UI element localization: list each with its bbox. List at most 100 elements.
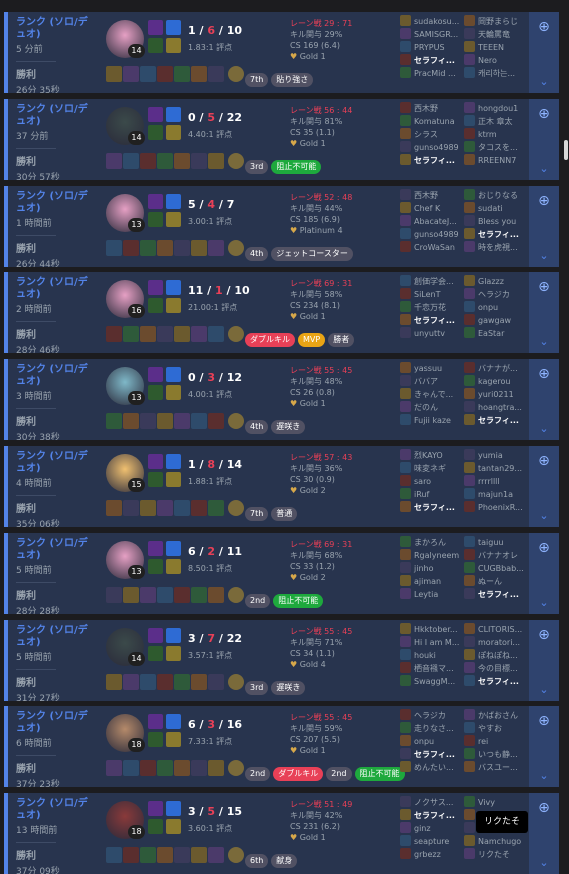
chevron-down-icon[interactable]: ⌄: [535, 769, 553, 783]
item-icon[interactable]: [174, 500, 190, 516]
item-icon[interactable]: [106, 500, 122, 516]
item-icon[interactable]: [157, 66, 173, 82]
item-icon[interactable]: [140, 152, 156, 169]
participant[interactable]: grbezz: [400, 848, 462, 861]
chevron-down-icon[interactable]: ⌄: [535, 75, 553, 89]
scrollbar[interactable]: [564, 140, 568, 160]
participant[interactable]: RREENN7: [464, 153, 526, 167]
item-icon[interactable]: [157, 847, 173, 864]
participant[interactable]: きゃんで...: [400, 388, 462, 401]
search-plus-icon[interactable]: ⊕: [535, 18, 553, 36]
summoner-spell-icon[interactable]: [148, 454, 163, 469]
participant[interactable]: 栖音襁マ...: [400, 661, 462, 675]
participant[interactable]: CLITORIS...: [464, 622, 526, 636]
item-icon[interactable]: [191, 413, 207, 430]
participant[interactable]: unyuttv: [400, 327, 462, 340]
item-icon[interactable]: [140, 413, 156, 430]
participant[interactable]: セラフィ...: [464, 674, 526, 688]
item-icon[interactable]: [140, 760, 156, 777]
ward-icon[interactable]: [228, 586, 244, 603]
summoner-spell-icon[interactable]: [148, 20, 163, 35]
item-icon[interactable]: [106, 673, 122, 690]
participant[interactable]: CroWaSan: [400, 240, 462, 254]
search-plus-icon[interactable]: ⊕: [535, 799, 553, 817]
participant[interactable]: めんたい...: [400, 761, 462, 774]
item-icon[interactable]: [208, 413, 224, 430]
item-icon[interactable]: [191, 500, 207, 516]
ward-icon[interactable]: [228, 66, 244, 82]
item-icon[interactable]: [140, 66, 156, 82]
participant[interactable]: 走りなさ...: [400, 722, 462, 735]
item-icon[interactable]: [174, 586, 190, 603]
item-icon[interactable]: [106, 413, 122, 430]
participant[interactable]: SiLenT: [400, 288, 462, 301]
participant[interactable]: saro: [400, 475, 462, 488]
item-icon[interactable]: [123, 239, 139, 256]
match-row[interactable]: ランク (ソロ/デュオ) 3 時間前 勝利 30分 38秒 13 0 / 3 / 12 4.…: [4, 359, 559, 441]
participant[interactable]: タコスを...: [464, 140, 526, 154]
participant[interactable]: Leytia: [400, 587, 462, 601]
item-icon[interactable]: [174, 239, 190, 256]
participant[interactable]: 烈KAYO: [400, 449, 462, 462]
summoner-spell-icon[interactable]: [148, 367, 163, 383]
match-row[interactable]: ランク (ソロ/デュオ) 5 時間前 勝利 31分 27秒 14 3 / 7 / 22 3.…: [4, 619, 559, 701]
chevron-down-icon[interactable]: ⌄: [535, 856, 553, 870]
participant[interactable]: ajiman: [400, 574, 462, 588]
rune-icon[interactable]: [166, 38, 181, 53]
participant[interactable]: Rgalyneem: [400, 548, 462, 562]
participant[interactable]: ノクサス...: [400, 796, 462, 809]
summoner-spell-icon[interactable]: [148, 280, 163, 296]
summoner-spell-icon[interactable]: [166, 20, 181, 35]
ward-icon[interactable]: [228, 500, 244, 516]
participant[interactable]: セラフィ...: [400, 314, 462, 327]
match-row[interactable]: ランク (ソロ/デュオ) 5 時間前 勝利 28分 28秒 13 6 / 2 / 11 8.…: [4, 532, 559, 614]
rune-icon[interactable]: [148, 124, 163, 140]
participant[interactable]: moratori...: [464, 635, 526, 649]
search-plus-icon[interactable]: ⊕: [535, 365, 553, 383]
participant[interactable]: バスユー...: [464, 761, 526, 774]
participant[interactable]: セラフィ...: [400, 54, 462, 67]
participant[interactable]: ヘラジカ: [464, 288, 526, 301]
match-row[interactable]: ランク (ソロ/デュオ) 13 時間前 勝利 37分 09秒 18 3 / 5 / 15 3…: [4, 793, 559, 874]
item-icon[interactable]: [208, 673, 224, 690]
item-icon[interactable]: [140, 586, 156, 603]
participant[interactable]: Bless you: [464, 214, 526, 228]
item-icon[interactable]: [123, 586, 139, 603]
summoner-spell-icon[interactable]: [148, 801, 163, 817]
chevron-down-icon[interactable]: ⌄: [535, 335, 553, 349]
participant[interactable]: AbacateJ...: [400, 214, 462, 228]
rune-icon[interactable]: [148, 211, 163, 227]
summoner-spell-icon[interactable]: [148, 627, 163, 643]
participant[interactable]: sudakosu...: [400, 15, 462, 28]
chevron-down-icon[interactable]: ⌄: [535, 509, 553, 523]
participant[interactable]: rrrrllll: [464, 475, 526, 488]
participant[interactable]: 創価学会...: [400, 275, 462, 288]
rune-icon[interactable]: [166, 472, 181, 487]
item-icon[interactable]: [106, 760, 122, 777]
item-icon[interactable]: [157, 326, 173, 343]
participant[interactable]: TEEEN: [464, 41, 526, 54]
item-icon[interactable]: [191, 586, 207, 603]
ward-icon[interactable]: [228, 239, 244, 256]
item-icon[interactable]: [140, 239, 156, 256]
item-icon[interactable]: [191, 760, 207, 777]
summoner-spell-icon[interactable]: [166, 193, 181, 209]
participant[interactable]: PracMid ...: [400, 67, 462, 80]
item-icon[interactable]: [174, 847, 190, 864]
participant[interactable]: リクたそ: [464, 848, 526, 861]
item-icon[interactable]: [208, 239, 224, 256]
participant[interactable]: セラフィ...: [400, 809, 462, 822]
ward-icon[interactable]: [228, 760, 244, 777]
participant[interactable]: ginz: [400, 822, 462, 835]
participant[interactable]: 千恋万花: [400, 301, 462, 314]
participant[interactable]: ktrm: [464, 127, 526, 141]
participant[interactable]: tantan29...: [464, 462, 526, 475]
search-plus-icon[interactable]: ⊕: [535, 712, 553, 730]
item-icon[interactable]: [106, 152, 122, 169]
participant[interactable]: いつも静...: [464, 748, 526, 761]
chevron-down-icon[interactable]: ⌄: [535, 422, 553, 436]
summoner-spell-icon[interactable]: [166, 714, 181, 730]
summoner-spell-icon[interactable]: [166, 106, 181, 122]
item-icon[interactable]: [208, 326, 224, 343]
search-plus-icon[interactable]: ⊕: [535, 192, 553, 210]
